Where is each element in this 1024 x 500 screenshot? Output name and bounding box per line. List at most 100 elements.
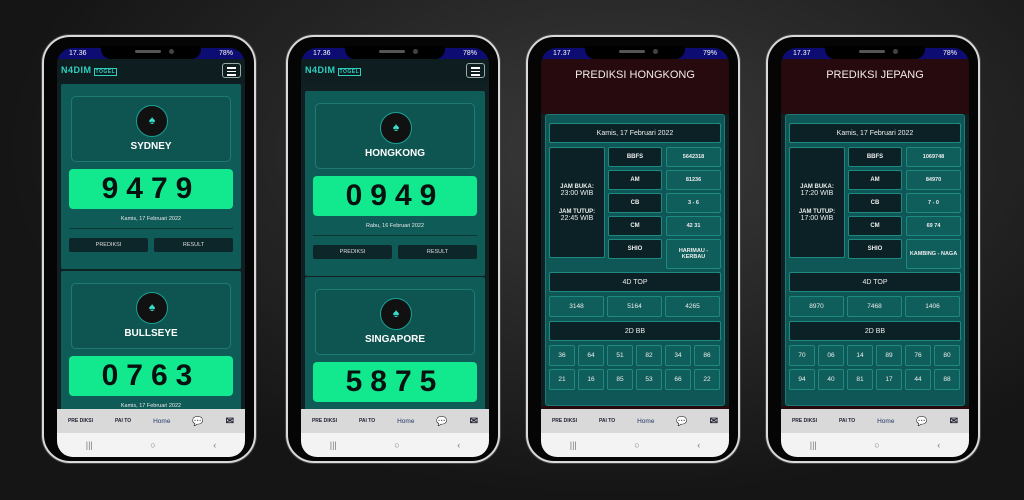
market-name: HONGKONG (365, 148, 425, 159)
nav-prediksi-button[interactable]: PRE DIKSI (68, 418, 93, 424)
status-time: 17.36 (69, 50, 87, 57)
mail-icon[interactable]: ✉ (950, 416, 958, 426)
jam-buka-value: 17:20 WIB (800, 189, 834, 197)
bb2d-value: 14 (847, 345, 873, 366)
market-header: ♠ HONGKONG (315, 103, 475, 169)
jam-tutup-value: 22:45 WIB (560, 214, 594, 222)
phone-screen: 17.36 78% N4DIM TOGEL ♠ SYDNEY 9479 Kamis, 17 F… (57, 48, 245, 457)
mail-icon[interactable]: ✉ (710, 416, 718, 426)
chat-bubble-icon[interactable]: 💬 (192, 416, 203, 425)
home-button[interactable]: ○ (874, 440, 879, 450)
bb2d-value: 86 (694, 345, 720, 366)
speaker-icon (859, 50, 885, 53)
app-header: N4DIM TOGEL (301, 59, 489, 83)
bb2d-value: 88 (934, 369, 960, 390)
prediction-date: Kamis, 17 Februari 2022 (549, 123, 721, 143)
bb2d-value: 34 (665, 345, 691, 366)
bb2d-value: 53 (636, 369, 662, 390)
nav-home-button[interactable]: Home (877, 418, 894, 425)
back-button[interactable]: ‹ (213, 440, 216, 450)
bb2d-value: 51 (607, 345, 633, 366)
market-logo-icon: ♠ (136, 292, 168, 324)
chat-bubble-icon[interactable]: 💬 (676, 416, 687, 425)
chat-bubble-icon[interactable]: 💬 (916, 416, 927, 425)
market-name: SYDNEY (130, 141, 172, 152)
system-nav: ||| ○ ‹ (541, 433, 729, 457)
market-card[interactable]: ♠ SYDNEY 9479 Kamis, 17 Februari 2022 PREDIK… (61, 84, 241, 269)
bb2d-value: 36 (549, 345, 575, 366)
bb2d-value: 89 (876, 345, 902, 366)
row-label: CB (608, 193, 662, 213)
notch (825, 46, 925, 59)
bb2d-value: 64 (578, 345, 604, 366)
back-button[interactable]: ‹ (457, 440, 460, 450)
market-logo-icon: ♠ (380, 112, 412, 144)
brand-logo[interactable]: N4DIM TOGEL (61, 65, 118, 76)
top4d-value: 3148 (549, 296, 604, 317)
bottom-nav: PRE DIKSI PAI TO Home 💬 ✉ (301, 409, 489, 433)
phone-screen: 17.37 78% PREDIKSI JEPANG Kamis, 17 Februar… (781, 48, 969, 457)
back-button[interactable]: ‹ (697, 440, 700, 450)
nav-home-button[interactable]: Home (397, 418, 414, 425)
recents-button[interactable]: ||| (810, 440, 817, 450)
row-label: CM (848, 216, 902, 236)
status-time: 17.36 (313, 50, 331, 57)
row-value: 5642318 (666, 147, 721, 167)
result-button[interactable]: RESULT (154, 238, 233, 252)
nav-prediksi-button[interactable]: PRE DIKSI (792, 418, 817, 424)
menu-bar-icon (227, 70, 236, 72)
home-button[interactable]: ○ (150, 440, 155, 450)
result-date: Kamis, 17 Februari 2022 (120, 216, 182, 222)
market-header: ♠ BULLSEYE (71, 283, 231, 349)
mail-icon[interactable]: ✉ (470, 416, 478, 426)
row-label: SHIO (848, 239, 902, 259)
brand-sub: TOGEL (337, 68, 362, 76)
menu-bar-icon (471, 70, 480, 72)
row-value: 69 74 (906, 216, 961, 236)
nav-home-button[interactable]: Home (153, 418, 170, 425)
menu-bar-icon (227, 67, 236, 69)
top4d-value: 8970 (789, 296, 844, 317)
recents-button[interactable]: ||| (570, 440, 577, 450)
nav-home-button[interactable]: Home (637, 418, 654, 425)
prediksi-button[interactable]: PREDIKSI (69, 238, 148, 252)
top4d-header: 4D TOP (789, 272, 961, 292)
market-card[interactable]: ♠ HONGKONG 0949 Rabu, 16 Februari 2022 PREDI… (305, 91, 485, 276)
nav-paito-button[interactable]: PAI TO (839, 418, 855, 424)
bb2d-value: 17 (876, 369, 902, 390)
brand-logo[interactable]: N4DIM TOGEL (305, 65, 362, 76)
phone-frame: 17.36 78% N4DIM TOGEL ♠ HONGKONG 0949 Rabu, 16 … (286, 35, 500, 463)
bb2d-value: 70 (789, 345, 815, 366)
market-logo-icon: ♠ (380, 298, 412, 330)
menu-button[interactable] (466, 63, 485, 78)
market-name: BULLSEYE (124, 328, 178, 339)
nav-paito-button[interactable]: PAI TO (359, 418, 375, 424)
nav-prediksi-button[interactable]: PRE DIKSI (552, 418, 577, 424)
home-button[interactable]: ○ (634, 440, 639, 450)
chat-bubble-icon[interactable]: 💬 (436, 416, 447, 425)
prediction-date: Kamis, 17 Februari 2022 (789, 123, 961, 143)
result-number: 0949 (313, 176, 477, 216)
mail-icon[interactable]: ✉ (226, 416, 234, 426)
back-button[interactable]: ‹ (937, 440, 940, 450)
prediksi-button[interactable]: PREDIKSI (313, 245, 392, 259)
home-button[interactable]: ○ (394, 440, 399, 450)
row-value: 1069748 (906, 147, 961, 167)
bb2d-value: 16 (578, 369, 604, 390)
row-label: AM (848, 170, 902, 190)
result-button[interactable]: RESULT (398, 245, 477, 259)
nav-paito-button[interactable]: PAI TO (115, 418, 131, 424)
phone-frame: 17.37 78% PREDIKSI JEPANG Kamis, 17 Februar… (766, 35, 980, 463)
recents-button[interactable]: ||| (86, 440, 93, 450)
app-header: N4DIM TOGEL (57, 59, 245, 83)
result-number: 0763 (69, 356, 233, 396)
page-title: PREDIKSI JEPANG (781, 59, 969, 114)
nav-paito-button[interactable]: PAI TO (599, 418, 615, 424)
battery-level: 79% (702, 50, 717, 57)
bb2d-value: 76 (905, 345, 931, 366)
top4d-value: 4265 (665, 296, 720, 317)
recents-button[interactable]: ||| (330, 440, 337, 450)
menu-button[interactable] (222, 63, 241, 78)
nav-prediksi-button[interactable]: PRE DIKSI (312, 418, 337, 424)
row-value: 84970 (906, 170, 961, 190)
